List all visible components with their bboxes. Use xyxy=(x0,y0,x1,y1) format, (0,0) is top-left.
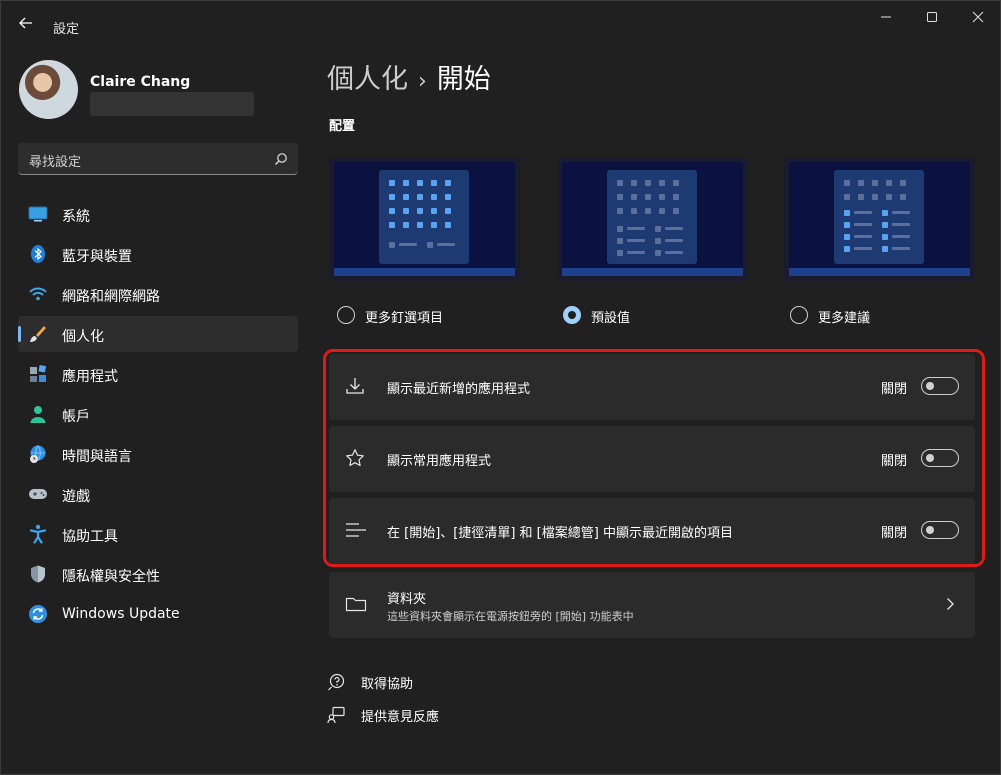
link-label: 取得協助 xyxy=(361,677,414,692)
feedback-icon xyxy=(327,706,345,724)
monitor-icon xyxy=(28,204,48,224)
shield-icon xyxy=(28,564,48,584)
layout-preview-more-recommendations[interactable] xyxy=(784,157,975,281)
preview-taskbar xyxy=(334,268,515,276)
gamepad-icon xyxy=(28,484,48,504)
sidebar-item-privacy[interactable]: 隱私權與安全性 xyxy=(18,556,298,592)
search-placeholder: 尋找設定 xyxy=(29,155,82,170)
preview-start-panel xyxy=(379,170,469,264)
preview-taskbar xyxy=(789,268,970,276)
search-icon xyxy=(274,151,288,165)
breadcrumb-separator: › xyxy=(418,69,427,94)
profile-email-redacted xyxy=(90,92,254,116)
minimize-button[interactable] xyxy=(863,7,909,31)
radio-button-selected[interactable] xyxy=(563,306,581,324)
search-input[interactable]: 尋找設定 xyxy=(18,143,298,175)
link-label: 提供意見反應 xyxy=(361,710,440,725)
person-icon xyxy=(28,404,48,424)
folder-icon xyxy=(345,594,367,616)
breadcrumb: 個人化 › 開始 xyxy=(327,57,491,96)
sidebar-item-label: 隱私權與安全性 xyxy=(62,569,160,585)
highlight-annotation-box xyxy=(323,349,985,567)
layout-section-title: 配置 xyxy=(329,119,356,134)
folders-title: 資料夾 xyxy=(387,592,427,607)
sidebar-item-label: 遊戲 xyxy=(62,489,90,505)
settings-window: 設定 Claire Chang 尋找設定 系統 藍牙與裝置 網路和網際網路 個人… xyxy=(0,0,1001,775)
preview-start-panel xyxy=(607,170,697,264)
window-title: 設定 xyxy=(53,22,80,37)
preview-start-panel xyxy=(834,170,924,264)
radio-button[interactable] xyxy=(790,306,808,324)
sidebar-item-system[interactable]: 系統 xyxy=(18,196,298,232)
preview-taskbar xyxy=(562,268,743,276)
sidebar-item-network[interactable]: 網路和網際網路 xyxy=(18,276,298,312)
layout-preview-more-pins[interactable] xyxy=(329,157,520,281)
sidebar-item-label: 時間與語言 xyxy=(62,449,132,465)
sidebar-item-accessibility[interactable]: 協助工具 xyxy=(18,516,298,552)
wifi-icon xyxy=(28,284,48,304)
sidebar-nav: 系統 藍牙與裝置 網路和網際網路 個人化 應用程式 帳戶 時間與語言 遊戲 協助… xyxy=(18,196,298,636)
sidebar-item-label: 協助工具 xyxy=(62,529,118,545)
folders-setting[interactable]: 資料夾 這些資料夾會顯示在電源按鈕旁的 [開始] 功能表中 xyxy=(329,572,975,638)
accessibility-icon xyxy=(28,524,48,544)
sidebar-item-label: 應用程式 xyxy=(62,369,118,385)
maximize-button[interactable] xyxy=(909,7,955,31)
sidebar-item-gaming[interactable]: 遊戲 xyxy=(18,476,298,512)
sidebar-item-accounts[interactable]: 帳戶 xyxy=(18,396,298,432)
sidebar-item-label: 系統 xyxy=(62,209,90,225)
sidebar-item-label: 藍牙與裝置 xyxy=(62,249,132,265)
sidebar-item-time-language[interactable]: 時間與語言 xyxy=(18,436,298,472)
avatar[interactable] xyxy=(19,60,78,119)
bluetooth-icon xyxy=(28,244,48,264)
globe-clock-icon xyxy=(28,444,48,464)
profile-name: Claire Chang xyxy=(90,74,191,90)
sidebar-item-personalization[interactable]: 個人化 xyxy=(18,316,298,352)
radio-label: 預設值 xyxy=(591,311,631,326)
radio-label: 更多釘選項目 xyxy=(365,311,444,326)
breadcrumb-parent[interactable]: 個人化 xyxy=(327,64,408,95)
sidebar-item-apps[interactable]: 應用程式 xyxy=(18,356,298,392)
sidebar-item-windows-update[interactable]: Windows Update xyxy=(18,596,298,632)
sidebar-item-bluetooth[interactable]: 藍牙與裝置 xyxy=(18,236,298,272)
brush-icon xyxy=(28,324,48,344)
sidebar-item-label: 個人化 xyxy=(62,329,104,345)
folders-subtitle: 這些資料夾會顯示在電源按鈕旁的 [開始] 功能表中 xyxy=(387,610,634,623)
back-arrow-icon[interactable] xyxy=(15,15,37,37)
page-title: 開始 xyxy=(436,64,491,95)
radio-button[interactable] xyxy=(337,306,355,324)
layout-preview-default[interactable] xyxy=(557,157,748,281)
sidebar-item-label: 帳戶 xyxy=(62,409,90,425)
sidebar-item-label: Windows Update xyxy=(62,606,180,622)
apps-icon xyxy=(28,364,48,384)
sidebar-item-label: 網路和網際網路 xyxy=(62,289,160,305)
title-bar: 設定 xyxy=(1,1,1000,49)
chevron-right-icon xyxy=(945,596,957,612)
help-icon xyxy=(327,673,345,691)
close-button[interactable] xyxy=(955,7,1001,31)
update-icon xyxy=(28,604,48,624)
radio-label: 更多建議 xyxy=(818,311,871,326)
